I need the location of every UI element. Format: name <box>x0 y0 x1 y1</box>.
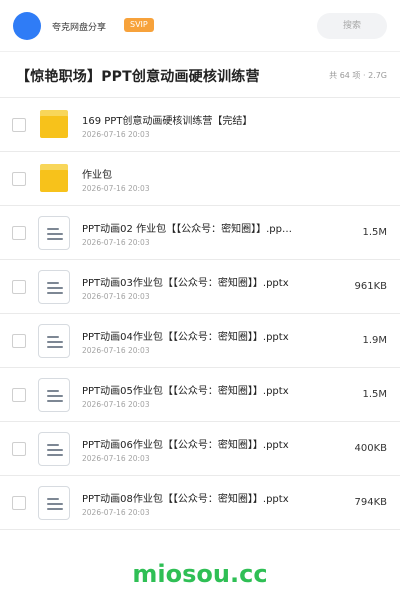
document-icon <box>38 270 70 304</box>
list-item[interactable]: PPT动画03作业包【【公众号：密知圈】】.pptx 2026-07-16 20… <box>0 260 400 314</box>
list-item[interactable]: PPT动画06作业包【【公众号：密知圈】】.pptx 2026-07-16 20… <box>0 422 400 476</box>
document-icon <box>38 324 70 358</box>
watermark: miosou.cc <box>132 560 268 588</box>
document-icon <box>38 486 70 520</box>
user-name[interactable]: 夸克网盘分享 <box>52 20 106 33</box>
file-name: PPT动画08作业包【【公众号：密知圈】】.pptx <box>82 494 289 505</box>
file-name: PPT动画05作业包【【公众号：密知圈】】.pptx <box>82 386 289 397</box>
list-item[interactable]: PPT动画04作业包【【公众号：密知圈】】.pptx 2026-07-16 20… <box>0 314 400 368</box>
folder-meta: 共 64 项 · 2.7G <box>329 71 387 80</box>
select-checkbox[interactable] <box>12 496 26 510</box>
share-header: 夸克网盘分享 SVIP <box>0 0 400 52</box>
file-size: 1.9M <box>362 335 387 346</box>
file-date: 2026-07-16 20:03 <box>82 184 150 193</box>
avatar[interactable] <box>13 12 41 40</box>
file-size: 1.5M <box>362 389 387 400</box>
file-list: 169 PPT创意动画硬核训练营【完结】 2026-07-16 20:03 作业… <box>0 98 400 530</box>
select-checkbox[interactable] <box>12 442 26 456</box>
list-item[interactable]: PPT动画08作业包【【公众号：密知圈】】.pptx 2026-07-16 20… <box>0 476 400 530</box>
file-date: 2026-07-16 20:03 <box>82 346 150 355</box>
list-item[interactable]: PPT动画02 作业包【【公众号：密知圈】】.pp… 2026-07-16 20… <box>0 206 400 260</box>
folder-icon <box>40 110 68 138</box>
list-item[interactable]: 169 PPT创意动画硬核训练营【完结】 2026-07-16 20:03 <box>0 98 400 152</box>
select-checkbox[interactable] <box>12 280 26 294</box>
page-title: 【惊艳职场】PPT创意动画硬核训练营 <box>16 69 260 85</box>
file-date: 2026-07-16 20:03 <box>82 400 150 409</box>
file-name: 169 PPT创意动画硬核训练营【完结】 <box>82 116 253 127</box>
list-item[interactable]: 作业包 2026-07-16 20:03 <box>0 152 400 206</box>
file-name: PPT动画04作业包【【公众号：密知圈】】.pptx <box>82 332 289 343</box>
file-date: 2026-07-16 20:03 <box>82 238 150 247</box>
folder-header: 【惊艳职场】PPT创意动画硬核训练营 共 64 项 · 2.7G <box>0 52 400 98</box>
select-checkbox[interactable] <box>12 226 26 240</box>
file-name: PPT动画02 作业包【【公众号：密知圈】】.pp… <box>82 224 292 235</box>
file-size: 794KB <box>354 497 387 508</box>
folder-icon <box>40 164 68 192</box>
file-size: 400KB <box>354 443 387 454</box>
select-checkbox[interactable] <box>12 334 26 348</box>
file-size: 1.5M <box>362 227 387 238</box>
select-checkbox[interactable] <box>12 118 26 132</box>
document-icon <box>38 432 70 466</box>
document-icon <box>38 216 70 250</box>
file-date: 2026-07-16 20:03 <box>82 454 150 463</box>
file-date: 2026-07-16 20:03 <box>82 508 150 517</box>
file-date: 2026-07-16 20:03 <box>82 130 150 139</box>
vip-badge: SVIP <box>124 18 154 32</box>
file-date: 2026-07-16 20:03 <box>82 292 150 301</box>
search-input[interactable] <box>317 13 387 39</box>
file-name: 作业包 <box>82 170 112 181</box>
select-checkbox[interactable] <box>12 172 26 186</box>
document-icon <box>38 378 70 412</box>
list-item[interactable]: PPT动画05作业包【【公众号：密知圈】】.pptx 2026-07-16 20… <box>0 368 400 422</box>
file-name: PPT动画03作业包【【公众号：密知圈】】.pptx <box>82 278 289 289</box>
select-checkbox[interactable] <box>12 388 26 402</box>
file-name: PPT动画06作业包【【公众号：密知圈】】.pptx <box>82 440 289 451</box>
file-size: 961KB <box>354 281 387 292</box>
